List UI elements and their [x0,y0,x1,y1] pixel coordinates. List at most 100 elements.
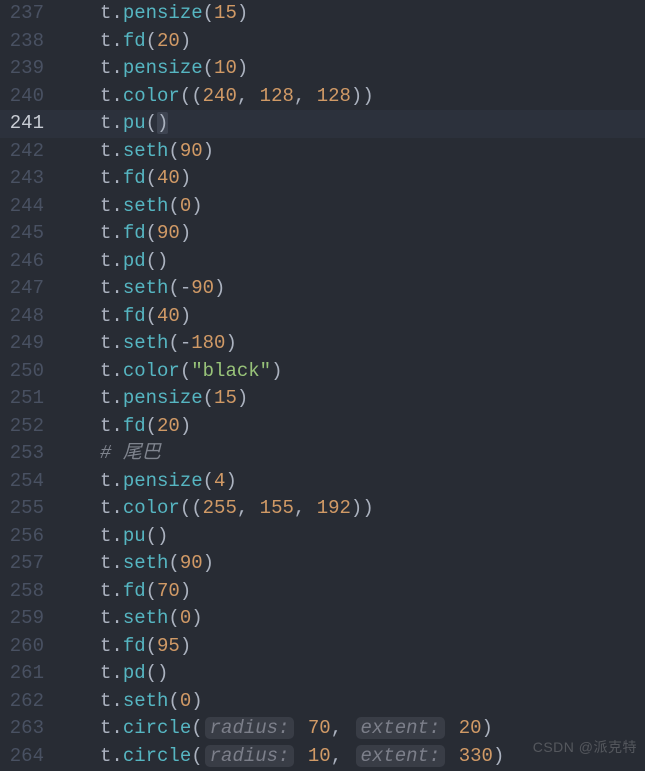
code-content[interactable]: t.pu() [60,523,645,551]
token-punc: ) [225,332,236,354]
code-line[interactable]: 246t.pd() [0,248,645,276]
code-content[interactable]: t.color((240, 128, 128)) [60,83,645,111]
code-line[interactable]: 240t.color((240, 128, 128)) [0,83,645,111]
code-content[interactable]: t.pd() [60,248,645,276]
token-func: pensize [123,57,203,79]
line-number: 247 [0,275,60,303]
token-punc: ) [180,167,191,189]
code-content[interactable]: t.fd(40) [60,165,645,193]
token-punc: . [111,360,122,382]
code-line[interactable]: 253# 尾巴 [0,440,645,468]
code-line[interactable]: 239t.pensize(10) [0,55,645,83]
token-num: 90 [180,140,203,162]
token-punc: . [111,112,122,134]
code-line[interactable]: 238t.fd(20) [0,28,645,56]
code-content[interactable]: t.pd() [60,660,645,688]
token-ident: t [100,167,111,189]
code-line[interactable]: 249t.seth(-180) [0,330,645,358]
token-punc: ( [146,415,157,437]
token-punc: . [111,85,122,107]
line-number: 249 [0,330,60,358]
code-line[interactable]: 254t.pensize(4) [0,468,645,496]
code-line[interactable]: 237t.pensize(15) [0,0,645,28]
token-func: fd [123,30,146,52]
code-line[interactable]: 241t.pu() [0,110,645,138]
token-punc: () [146,662,169,684]
code-content[interactable]: t.pensize(15) [60,385,645,413]
token-punc: ( [168,690,179,712]
token-punc: ) [191,690,202,712]
line-number: 263 [0,715,60,743]
token-punc: . [111,552,122,574]
token-punc: , [294,85,317,107]
code-content[interactable]: t.fd(20) [60,28,645,56]
token-punc: ( [203,387,214,409]
code-content[interactable]: t.fd(70) [60,578,645,606]
token-num: 40 [157,305,180,327]
line-number: 262 [0,688,60,716]
code-line[interactable]: 258t.fd(70) [0,578,645,606]
token-punc: ) [203,552,214,574]
code-line[interactable]: 248t.fd(40) [0,303,645,331]
code-content[interactable]: t.color("black") [60,358,645,386]
token-punc: ) [237,387,248,409]
token-punc: ) [157,112,168,134]
token-ident: t [100,57,111,79]
token-punc: ( [146,167,157,189]
code-content[interactable]: t.color((255, 155, 192)) [60,495,645,523]
token-punc: . [111,580,122,602]
code-line[interactable]: 252t.fd(20) [0,413,645,441]
token-func: color [123,360,180,382]
token-func: fd [123,580,146,602]
code-content[interactable]: t.fd(95) [60,633,645,661]
code-content[interactable]: t.seth(0) [60,605,645,633]
code-line[interactable]: 256t.pu() [0,523,645,551]
code-line[interactable]: 247t.seth(-90) [0,275,645,303]
token-punc: . [111,415,122,437]
code-content[interactable]: t.seth(0) [60,193,645,221]
token-punc: . [111,690,122,712]
code-line[interactable]: 242t.seth(90) [0,138,645,166]
code-line[interactable]: 262t.seth(0) [0,688,645,716]
token-punc: ( [146,635,157,657]
code-content[interactable]: t.seth(0) [60,688,645,716]
code-line[interactable]: 259t.seth(0) [0,605,645,633]
code-line[interactable]: 251t.pensize(15) [0,385,645,413]
code-line[interactable]: 245t.fd(90) [0,220,645,248]
line-number: 257 [0,550,60,578]
token-ident: t [100,607,111,629]
inlay-hint: radius: [205,717,295,739]
code-content[interactable]: t.seth(90) [60,138,645,166]
code-line[interactable]: 261t.pd() [0,660,645,688]
code-content[interactable]: # 尾巴 [60,440,645,468]
token-func: seth [123,277,169,299]
code-line[interactable]: 255t.color((255, 155, 192)) [0,495,645,523]
token-ident: t [100,525,111,547]
token-ident: t [100,717,111,739]
code-content[interactable]: t.seth(-180) [60,330,645,358]
token-func: fd [123,415,146,437]
code-line[interactable]: 260t.fd(95) [0,633,645,661]
code-line[interactable]: 250t.color("black") [0,358,645,386]
code-content[interactable]: t.pensize(4) [60,468,645,496]
token-func: fd [123,305,146,327]
token-cmt: # 尾巴 [100,442,161,464]
code-line[interactable]: 243t.fd(40) [0,165,645,193]
code-content[interactable]: t.seth(90) [60,550,645,578]
code-content[interactable]: t.fd(40) [60,303,645,331]
token-punc: (( [180,497,203,519]
code-content[interactable]: t.fd(20) [60,413,645,441]
code-content[interactable]: t.fd(90) [60,220,645,248]
code-line[interactable]: 244t.seth(0) [0,193,645,221]
token-num: 90 [191,277,214,299]
code-content[interactable]: t.pensize(15) [60,0,645,28]
code-content[interactable]: t.seth(-90) [60,275,645,303]
code-line[interactable]: 257t.seth(90) [0,550,645,578]
token-func: seth [123,552,169,574]
code-content[interactable]: t.pensize(10) [60,55,645,83]
token-func: seth [123,195,169,217]
token-punc: ) [237,2,248,24]
code-editor[interactable]: 237t.pensize(15)238t.fd(20)239t.pensize(… [0,0,645,771]
token-ident: t [100,580,111,602]
code-content[interactable]: t.pu() [60,110,645,138]
